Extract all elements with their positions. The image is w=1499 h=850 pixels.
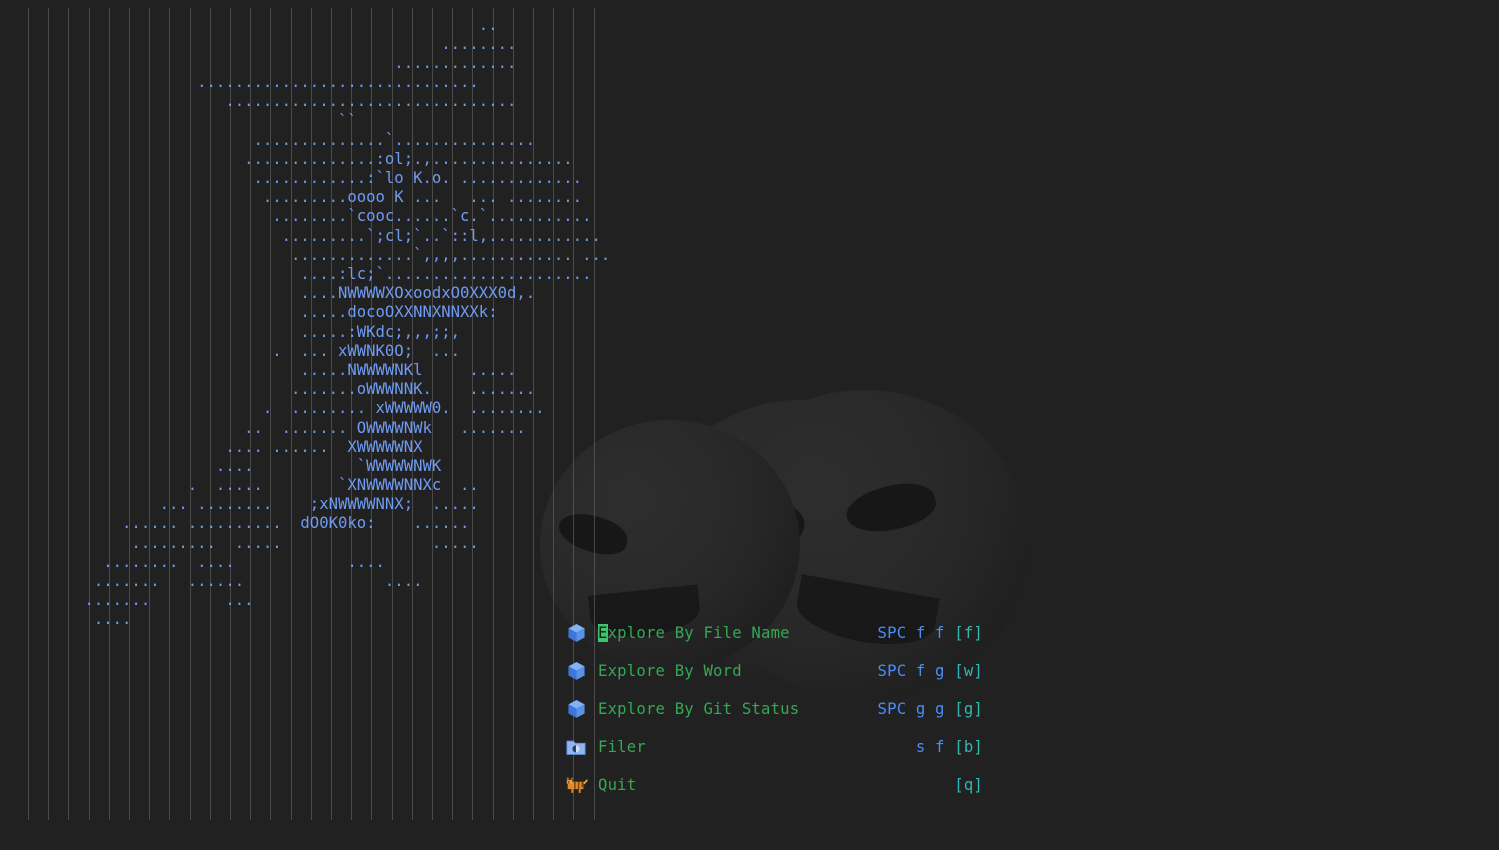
ascii-art-line: . ..... `XNWWWWNNXc .. (0, 476, 479, 495)
cursor-highlight: E (598, 624, 608, 642)
key-shortcut: [g] (954, 700, 983, 718)
ascii-art-line: ....NWWWWXOxoodxO0XXX0d,. (0, 284, 536, 303)
menu-item-keybinding: SPC f g [w] (878, 658, 983, 684)
cube-icon (563, 622, 589, 644)
ascii-art-line: .. (0, 15, 498, 34)
ascii-art-line: ........`cooc......`c.`........... (0, 207, 592, 226)
menu-item-filer[interactable]: Filer s f [b] (563, 734, 983, 760)
ascii-art-line: .... ...... XWWWWWNX (0, 437, 423, 456)
menu-item-label: Explore By File Name (598, 620, 790, 646)
folder-icon (563, 736, 589, 758)
menu-item-label-text: Quit (598, 776, 637, 794)
menu-item-label-text: Explore By Word (598, 662, 742, 680)
ascii-art-line: .........oooo K ... ... ........ (0, 188, 583, 207)
menu-item-label: Explore By Word (598, 658, 742, 684)
ascii-art-line: ....... ... (0, 591, 254, 610)
ascii-art-line: .............................. (0, 73, 479, 92)
menu-item-label: Filer (598, 734, 646, 760)
ascii-art-line: .... `WWWWWNWK (0, 456, 442, 475)
ascii-art-line: ......... ..... ..... (0, 533, 479, 552)
menu-item-label: Explore By Git Status (598, 696, 799, 722)
startup-menu: Explore By File Name SPC f f [f] Explore B… (563, 620, 983, 810)
key-sequence: s f (915, 738, 945, 756)
menu-item-explore-by-git-status[interactable]: Explore By Git Status SPC g g [g] (563, 696, 983, 722)
key-shortcut: [q] (954, 776, 983, 794)
ascii-art-line: ............. (0, 53, 517, 72)
ascii-art-line: . ........ xWWWWW0. ........ (0, 399, 545, 418)
ascii-art-line: ... ........ ;xNWWWWNNX; ..... (0, 495, 479, 514)
ascii-art-line: ...... .......... dO0K0ko: ...... (0, 514, 470, 533)
cube-icon (563, 698, 589, 720)
ascii-art-line: .......oWWWNNK. ....... (0, 380, 536, 399)
ascii-art-line: ..............:ol;.,............... (0, 149, 573, 168)
ascii-art-line: ............................... (0, 92, 517, 111)
menu-item-explore-by-word[interactable]: Explore By Word SPC f g [w] (563, 658, 983, 684)
ascii-art-line: ........ (0, 34, 517, 53)
ascii-art-line: `` (0, 111, 357, 130)
ascii-art-line: .........`;cl;`..`::l,............ (0, 226, 601, 245)
ascii-art-line: ....:lc;`...................... (0, 265, 592, 284)
ascii-art-line: .....docoOXXNNXNNXXk: (0, 303, 498, 322)
menu-item-keybinding: s f [b] (916, 734, 983, 760)
ascii-art-line: . ... xWWNK0O; ... (0, 341, 461, 360)
cube-icon (563, 660, 589, 682)
key-sequence: SPC f g (877, 662, 945, 680)
ascii-art-banner: .. ........ ............. ..............… (0, 16, 1499, 630)
ascii-art-line: ........ .... .... (0, 552, 385, 571)
menu-item-xplore-by-file-name[interactable]: Explore By File Name SPC f f [f] (563, 620, 983, 646)
ascii-art-line: ..............`............... (0, 130, 536, 149)
ascii-art-line: .....:WKdc;,,,;;, (0, 322, 461, 341)
key-sequence: SPC g g (877, 700, 945, 718)
menu-item-keybinding: SPC f f [f] (878, 620, 983, 646)
ascii-art-line: .. ....... OWWWWNWk ....... (0, 418, 526, 437)
ascii-art-line: .....NWWWWNKl ..... (0, 360, 517, 379)
menu-item-label-text: xplore By File Name (607, 624, 790, 642)
key-shortcut: [w] (954, 662, 983, 680)
key-shortcut: [b] (954, 738, 983, 756)
ascii-art-line: ....... ...... .... (0, 572, 423, 591)
key-sequence: SPC f f (877, 624, 945, 642)
ascii-art-line: ............:`lo K.o. ............. (0, 169, 583, 188)
menu-item-quit[interactable]: Quit [q] (563, 772, 983, 798)
key-shortcut: [f] (954, 624, 983, 642)
menu-item-keybinding: SPC g g [g] (878, 696, 983, 722)
menu-item-label: Quit (598, 772, 636, 798)
menu-item-keybinding: [q] (954, 772, 983, 798)
tiger-icon (563, 774, 589, 796)
ascii-art-line: .............`,,,,............ ... (0, 245, 611, 264)
menu-item-label-text: Filer (598, 738, 646, 756)
menu-item-label-text: Explore By Git Status (598, 700, 800, 718)
